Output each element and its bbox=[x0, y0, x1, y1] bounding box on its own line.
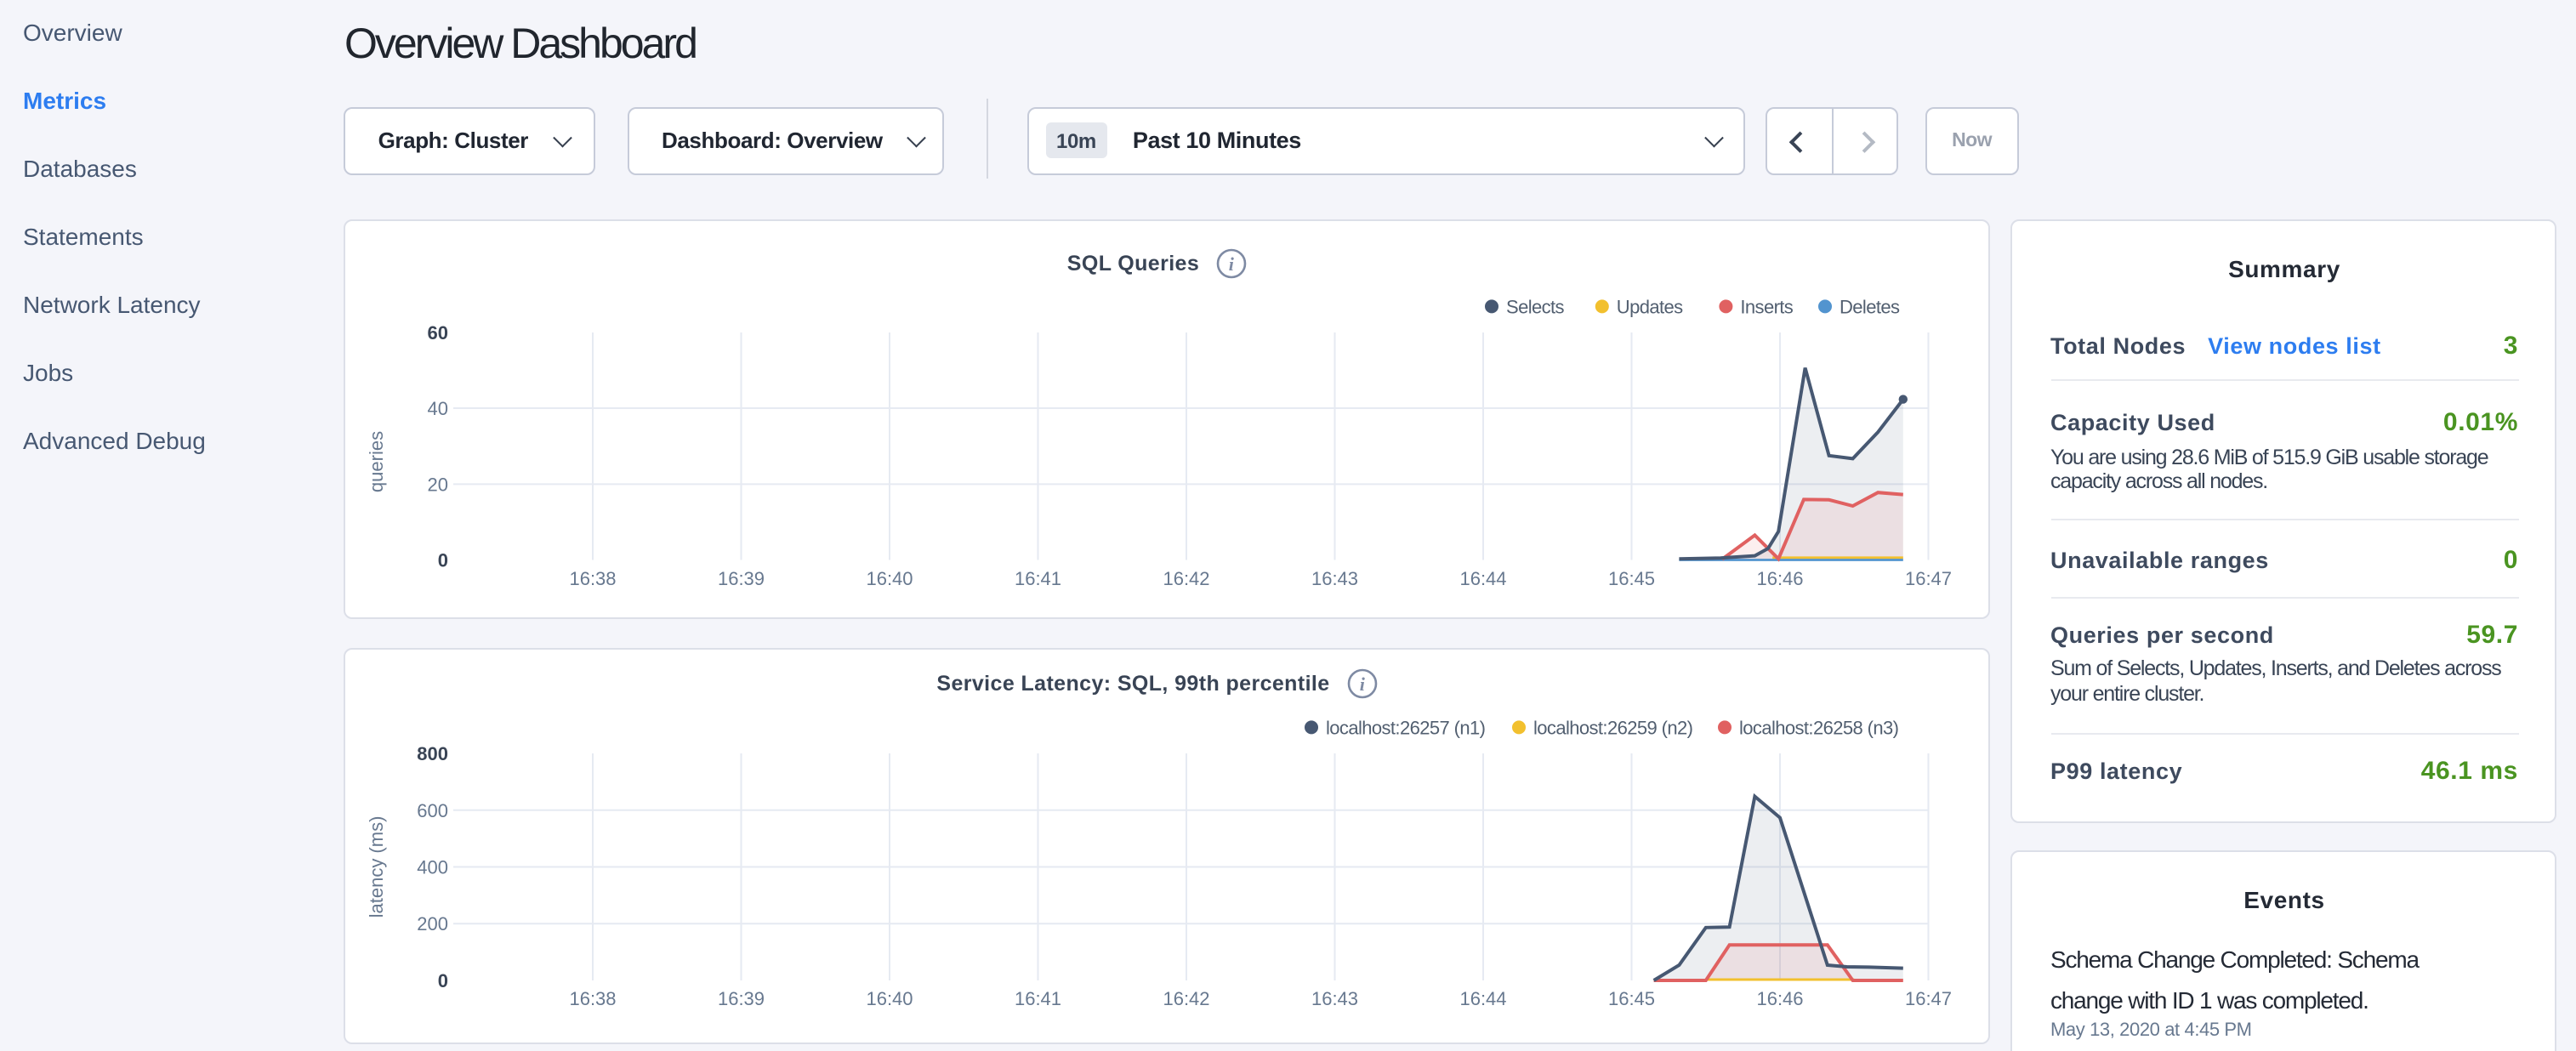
svg-text:400: 400 bbox=[417, 856, 448, 878]
svg-text:600: 600 bbox=[417, 799, 448, 821]
svg-text:0: 0 bbox=[438, 549, 448, 571]
svg-text:16:46: 16:46 bbox=[1756, 987, 1803, 1008]
svg-text:16:43: 16:43 bbox=[1311, 567, 1358, 588]
svg-text:0: 0 bbox=[438, 969, 448, 991]
svg-text:20: 20 bbox=[428, 473, 448, 494]
svg-text:localhost:26258 (n3): localhost:26258 (n3) bbox=[1739, 716, 1898, 737]
svg-text:16:42: 16:42 bbox=[1163, 567, 1209, 588]
svg-text:16:47: 16:47 bbox=[1905, 987, 1952, 1008]
svg-text:16:38: 16:38 bbox=[569, 567, 616, 588]
svg-text:16:41: 16:41 bbox=[1015, 987, 1061, 1008]
svg-text:16:46: 16:46 bbox=[1756, 567, 1803, 588]
svg-text:Inserts: Inserts bbox=[1740, 295, 1793, 316]
svg-text:localhost:26257 (n1): localhost:26257 (n1) bbox=[1326, 716, 1485, 737]
svg-text:Updates: Updates bbox=[1617, 295, 1683, 316]
svg-text:16:38: 16:38 bbox=[569, 987, 616, 1008]
svg-text:800: 800 bbox=[417, 742, 448, 764]
svg-text:Selects: Selects bbox=[1506, 295, 1565, 316]
svg-text:16:41: 16:41 bbox=[1015, 567, 1061, 588]
svg-text:200: 200 bbox=[417, 912, 448, 934]
svg-text:16:47: 16:47 bbox=[1905, 567, 1952, 588]
svg-text:16:43: 16:43 bbox=[1311, 987, 1358, 1008]
svg-text:16:40: 16:40 bbox=[866, 567, 913, 588]
svg-text:16:40: 16:40 bbox=[866, 987, 913, 1008]
svg-text:16:39: 16:39 bbox=[718, 987, 765, 1008]
svg-text:16:42: 16:42 bbox=[1163, 987, 1209, 1008]
svg-text:16:44: 16:44 bbox=[1459, 987, 1506, 1008]
svg-text:localhost:26259 (n2): localhost:26259 (n2) bbox=[1533, 716, 1692, 737]
svg-text:queries: queries bbox=[366, 430, 387, 491]
svg-text:Deletes: Deletes bbox=[1840, 295, 1900, 316]
svg-text:16:45: 16:45 bbox=[1608, 567, 1655, 588]
svg-text:16:45: 16:45 bbox=[1608, 987, 1655, 1008]
svg-text:40: 40 bbox=[428, 397, 448, 418]
svg-text:latency (ms): latency (ms) bbox=[366, 815, 387, 917]
svg-text:60: 60 bbox=[428, 321, 448, 343]
svg-text:16:44: 16:44 bbox=[1459, 567, 1506, 588]
svg-text:16:39: 16:39 bbox=[718, 567, 765, 588]
